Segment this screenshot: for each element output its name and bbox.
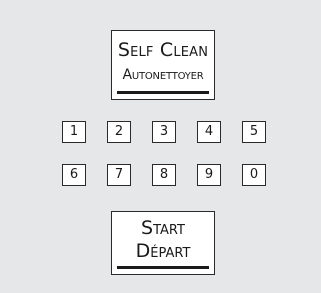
depart-label: Départ [135,240,191,262]
key-3[interactable]: 3 [152,121,176,143]
key-0[interactable]: 0 [242,164,266,186]
self-clean-label: Self Clean [117,39,209,61]
self-clean-indicator-bar [117,91,209,94]
self-clean-button[interactable]: Self Clean Autonettoyer [111,30,215,100]
autonettoyer-label: Autonettoyer [122,67,204,83]
key-6[interactable]: 6 [62,164,86,186]
start-indicator-bar [117,266,209,269]
control-panel: Self Clean Autonettoyer 1 2 3 4 5 6 7 8 … [0,0,321,293]
key-8[interactable]: 8 [152,164,176,186]
key-7[interactable]: 7 [107,164,131,186]
key-4[interactable]: 4 [197,121,221,143]
start-button[interactable]: Start Départ [111,211,215,275]
key-2[interactable]: 2 [107,121,131,143]
key-5[interactable]: 5 [242,121,266,143]
start-label: Start [141,217,185,239]
key-1[interactable]: 1 [62,121,86,143]
key-9[interactable]: 9 [197,164,221,186]
